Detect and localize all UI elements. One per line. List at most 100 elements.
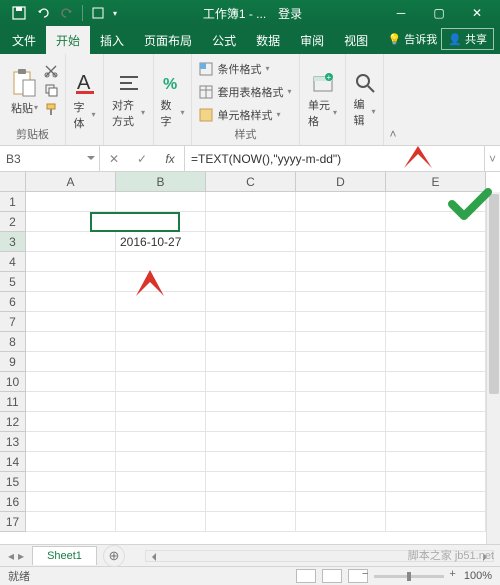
cell[interactable] xyxy=(296,192,386,212)
number-button[interactable]: % 数字▾ xyxy=(157,69,189,131)
row-header[interactable]: 16 xyxy=(0,492,26,512)
cell[interactable] xyxy=(116,452,206,472)
row-header[interactable]: 7 xyxy=(0,312,26,332)
share-button[interactable]: 👤 共享 xyxy=(441,28,494,50)
tab-view[interactable]: 视图 xyxy=(334,26,378,54)
cell[interactable] xyxy=(26,412,116,432)
cell[interactable] xyxy=(296,312,386,332)
cell[interactable] xyxy=(296,432,386,452)
enter-formula-icon[interactable]: ✓ xyxy=(128,152,156,166)
column-header[interactable]: C xyxy=(206,172,296,192)
login-link[interactable]: 登录 xyxy=(278,5,302,22)
font-button[interactable]: A 字体▾ xyxy=(70,67,100,133)
cell[interactable] xyxy=(116,512,206,532)
cell[interactable] xyxy=(206,512,296,532)
column-header[interactable]: B xyxy=(116,172,206,192)
cell[interactable] xyxy=(26,492,116,512)
sheet-nav-next-icon[interactable]: ▸ xyxy=(18,549,24,563)
page-layout-view-icon[interactable] xyxy=(322,569,342,583)
normal-view-icon[interactable] xyxy=(296,569,316,583)
cell[interactable] xyxy=(386,492,486,512)
save-icon[interactable] xyxy=(10,4,28,22)
cell[interactable] xyxy=(26,332,116,352)
cell[interactable] xyxy=(296,212,386,232)
cells-button[interactable]: + 单元格▾ xyxy=(304,69,341,131)
cell[interactable] xyxy=(206,212,296,232)
zoom-level[interactable]: 100% xyxy=(464,570,492,582)
cell[interactable] xyxy=(206,252,296,272)
cell[interactable] xyxy=(296,492,386,512)
cell[interactable] xyxy=(206,232,296,252)
cell[interactable] xyxy=(206,352,296,372)
cell-styles-button[interactable]: 单元格样式 ▾ xyxy=(197,106,293,124)
cell[interactable] xyxy=(386,432,486,452)
cell[interactable] xyxy=(296,292,386,312)
cell[interactable] xyxy=(296,512,386,532)
cell[interactable] xyxy=(206,312,296,332)
column-header[interactable]: A xyxy=(26,172,116,192)
cell[interactable] xyxy=(26,432,116,452)
row-header[interactable]: 6 xyxy=(0,292,26,312)
cell[interactable] xyxy=(26,452,116,472)
row-header[interactable]: 15 xyxy=(0,472,26,492)
cell[interactable] xyxy=(206,372,296,392)
cell[interactable] xyxy=(386,312,486,332)
cell[interactable] xyxy=(116,312,206,332)
row-header[interactable]: 13 xyxy=(0,432,26,452)
cell[interactable] xyxy=(206,192,296,212)
select-all-corner[interactable] xyxy=(0,172,26,192)
cell[interactable] xyxy=(26,192,116,212)
fx-icon[interactable]: fx xyxy=(156,152,184,166)
maximize-button[interactable]: ▢ xyxy=(420,0,458,26)
add-sheet-button[interactable]: ⊕ xyxy=(103,545,125,567)
row-header[interactable]: 2 xyxy=(0,212,26,232)
cell[interactable] xyxy=(26,252,116,272)
sheet-nav-prev-icon[interactable]: ◂ xyxy=(8,549,14,563)
row-header[interactable]: 17 xyxy=(0,512,26,532)
cancel-formula-icon[interactable]: ✕ xyxy=(100,152,128,166)
cell[interactable] xyxy=(116,352,206,372)
close-button[interactable]: ✕ xyxy=(458,0,496,26)
tab-review[interactable]: 审阅 xyxy=(290,26,334,54)
cell[interactable] xyxy=(206,432,296,452)
cell[interactable] xyxy=(296,272,386,292)
format-as-table-button[interactable]: 套用表格格式 ▾ xyxy=(197,83,293,101)
cell[interactable] xyxy=(206,292,296,312)
row-header[interactable]: 14 xyxy=(0,452,26,472)
tab-insert[interactable]: 插入 xyxy=(90,26,134,54)
zoom-slider[interactable] xyxy=(374,575,444,578)
undo-icon[interactable] xyxy=(34,4,52,22)
cell[interactable] xyxy=(296,412,386,432)
tab-formulas[interactable]: 公式 xyxy=(202,26,246,54)
cell[interactable] xyxy=(386,452,486,472)
tab-file[interactable]: 文件 xyxy=(2,26,46,54)
tab-layout[interactable]: 页面布局 xyxy=(134,26,202,54)
cell[interactable] xyxy=(26,292,116,312)
cell[interactable] xyxy=(116,492,206,512)
cell[interactable] xyxy=(296,352,386,372)
cell[interactable] xyxy=(206,272,296,292)
cell[interactable] xyxy=(26,392,116,412)
cell[interactable] xyxy=(116,272,206,292)
cell[interactable] xyxy=(116,412,206,432)
cells-area[interactable]: 2016-10-27 xyxy=(26,192,486,544)
cell[interactable] xyxy=(296,452,386,472)
cell[interactable] xyxy=(26,352,116,372)
cell[interactable] xyxy=(206,392,296,412)
cell[interactable] xyxy=(386,252,486,272)
cell[interactable] xyxy=(386,192,486,212)
cell[interactable] xyxy=(296,372,386,392)
cell[interactable] xyxy=(386,332,486,352)
editing-button[interactable]: 编辑▾ xyxy=(350,70,380,130)
conditional-formatting-button[interactable]: 条件格式 ▾ xyxy=(197,60,293,78)
cell[interactable] xyxy=(116,252,206,272)
cell[interactable] xyxy=(386,512,486,532)
cell[interactable] xyxy=(26,472,116,492)
cell[interactable] xyxy=(296,252,386,272)
cell[interactable] xyxy=(26,512,116,532)
alignment-button[interactable]: 对齐方式▾ xyxy=(108,69,149,131)
expand-formula-bar-icon[interactable]: ˅ xyxy=(484,146,500,171)
cell[interactable] xyxy=(116,392,206,412)
row-header[interactable]: 10 xyxy=(0,372,26,392)
row-header[interactable]: 4 xyxy=(0,252,26,272)
